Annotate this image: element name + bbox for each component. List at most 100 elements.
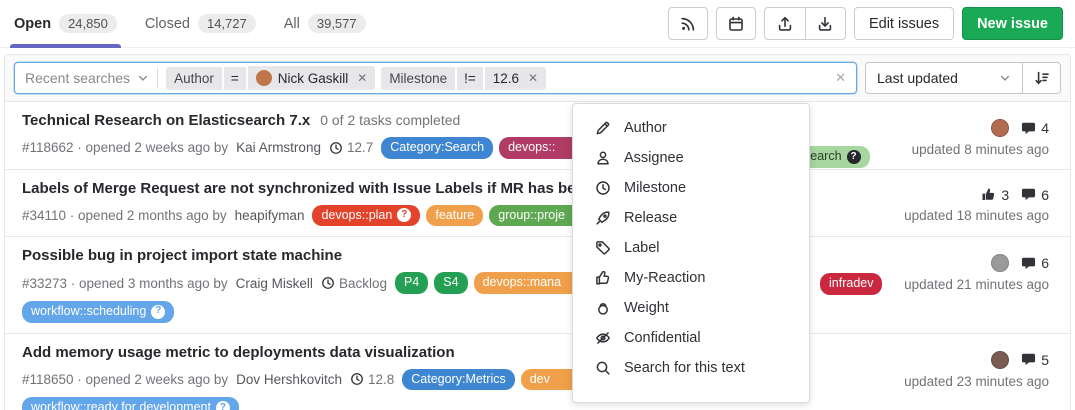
assignee-avatar[interactable]	[991, 254, 1009, 272]
comments-icon	[1021, 256, 1036, 271]
label-devops-plan[interactable]: devops::plan?	[312, 205, 420, 227]
filter-token-milestone[interactable]: Milestone!=12.6✕	[381, 67, 546, 90]
label-category-search[interactable]: Category:Search	[381, 137, 493, 159]
label-text: dev	[530, 372, 550, 388]
issue-row: Possible bug in project import state mac…	[5, 236, 1070, 332]
filter-token-author[interactable]: Author=Nick Gaskill✕	[166, 66, 375, 90]
issue-author[interactable]: Dov Hershkovitch	[236, 372, 342, 387]
remove-token-icon[interactable]: ✕	[528, 71, 538, 85]
comments-icon	[1021, 187, 1036, 202]
token-operator: =	[224, 67, 246, 90]
import-issues-button[interactable]	[805, 8, 845, 39]
search-icon	[595, 360, 611, 376]
issue-author[interactable]: heapifyman	[235, 208, 305, 223]
issue-updated: updated 23 minutes ago	[904, 374, 1049, 389]
filter-bar: Recent searches Author=Nick Gaskill✕ Mile…	[5, 55, 1070, 102]
dropdown-item-label: My-Reaction	[624, 270, 705, 286]
issue-updated: updated 21 minutes ago	[904, 277, 1049, 292]
comments-stat[interactable]: 6	[1021, 255, 1049, 271]
issue-title[interactable]: Possible bug in project import state mac…	[22, 247, 342, 264]
dropdown-item-confidential[interactable]: Confidential	[573, 323, 809, 353]
comments-stat[interactable]: 4	[1021, 120, 1049, 136]
label-text: infradev	[829, 276, 873, 292]
dropdown-item-assignee[interactable]: Assignee	[573, 143, 809, 173]
issue-updated: updated 18 minutes ago	[904, 208, 1049, 223]
recent-searches-dropdown[interactable]: Recent searches	[25, 70, 149, 86]
dropdown-item-label: Search for this text	[624, 360, 745, 376]
milestone-link[interactable]: 12.7	[329, 140, 373, 155]
tab-label: Open	[14, 16, 51, 32]
tab-closed[interactable]: Closed14,727	[145, 0, 256, 48]
label-infradev[interactable]: infradev	[820, 273, 882, 295]
milestone-title: 12.7	[347, 140, 373, 155]
label-p4[interactable]: P4	[395, 272, 428, 294]
export-icon	[777, 16, 793, 32]
issue-reference-opened: #118650 · opened 2 weeks ago by	[22, 372, 228, 387]
issue-reference-opened: #33273 · opened 3 months ago by	[22, 276, 228, 291]
dropdown-item-label: Assignee	[624, 150, 684, 166]
label-text: feature	[435, 208, 474, 224]
clock-icon	[595, 180, 611, 196]
comments-count: 6	[1041, 255, 1049, 271]
edit-issues-button[interactable]: Edit issues	[854, 7, 954, 40]
tab-all[interactable]: All39,577	[284, 0, 366, 48]
issue-title-line: Labels of Merge Request are not synchron…	[22, 180, 1050, 198]
assignee-avatar[interactable]	[991, 119, 1009, 137]
upvotes-stat[interactable]: 3	[981, 187, 1009, 203]
export-import-group	[764, 7, 846, 40]
dropdown-item-weight[interactable]: Weight	[573, 293, 809, 323]
tab-label: All	[284, 16, 300, 32]
issue-right-meta: 36 updated 18 minutes ago	[904, 187, 1049, 223]
help-icon: ?	[397, 208, 411, 222]
tab-count-badge: 14,727	[198, 14, 256, 33]
dropdown-item-label[interactable]: Label	[573, 233, 809, 263]
label-workflow-scheduling[interactable]: workflow::scheduling?	[22, 301, 174, 323]
dropdown-item-search-for-this-text[interactable]: Search for this text	[573, 353, 809, 383]
label-category-metrics[interactable]: Category:Metrics	[402, 369, 514, 391]
filtered-search-input[interactable]: Recent searches Author=Nick Gaskill✕ Mile…	[14, 62, 857, 94]
issue-reference-opened: #34110 · opened 2 months ago by	[22, 208, 227, 223]
clear-search-icon[interactable]: ✕	[835, 70, 846, 86]
export-issues-button[interactable]	[765, 8, 805, 39]
dropdown-item-my-reaction[interactable]: My-Reaction	[573, 263, 809, 293]
new-issue-button[interactable]: New issue	[962, 7, 1063, 40]
rss-button[interactable]	[668, 7, 708, 40]
thumb-up-filled-icon	[981, 187, 996, 202]
sort-field-dropdown[interactable]: Last updated	[866, 63, 1022, 93]
sort-direction-button[interactable]	[1022, 63, 1060, 93]
token-name: Author	[166, 67, 222, 90]
dropdown-item-author[interactable]: Author	[573, 113, 809, 143]
issues-list: Technical Research on Elasticsearch 7.x0…	[5, 102, 1070, 410]
label-workflow-ready-for-development[interactable]: workflow::ready for development?	[22, 397, 239, 410]
filter-tokens: Author=Nick Gaskill✕ Milestone!=12.6✕	[166, 66, 546, 90]
calendar-button[interactable]	[716, 7, 756, 40]
comments-stat[interactable]: 5	[1021, 352, 1049, 368]
chevron-down-icon	[137, 72, 149, 84]
issue-title[interactable]: Labels of Merge Request are not synchron…	[22, 180, 611, 197]
issue-author[interactable]: Kai Armstrong	[236, 140, 321, 155]
label-icon	[595, 240, 611, 256]
dropdown-item-milestone[interactable]: Milestone	[573, 173, 809, 203]
issue-right-meta: 4updated 8 minutes ago	[912, 119, 1049, 157]
issue-title[interactable]: Technical Research on Elasticsearch 7.x	[22, 112, 310, 129]
issue-author[interactable]: Craig Miskell	[236, 276, 313, 291]
tab-open[interactable]: Open24,850	[14, 0, 117, 48]
assignee-avatar[interactable]	[991, 351, 1009, 369]
issue-row: Add memory usage metric to deployments d…	[5, 333, 1070, 410]
avatar	[256, 70, 272, 86]
label-feature[interactable]: feature	[426, 205, 483, 227]
label-s4[interactable]: S4	[434, 272, 467, 294]
comments-count: 4	[1041, 120, 1049, 136]
issue-row: Technical Research on Elasticsearch 7.x0…	[5, 102, 1070, 169]
clock-icon	[329, 141, 343, 155]
milestone-link[interactable]: Backlog	[321, 276, 387, 291]
rocket-icon	[595, 210, 611, 226]
sort-field-label: Last updated	[877, 70, 958, 86]
remove-token-icon[interactable]: ✕	[357, 71, 367, 85]
milestone-link[interactable]: 12.8	[350, 372, 394, 387]
dropdown-item-release[interactable]: Release	[573, 203, 809, 233]
label-text: P4	[404, 275, 419, 291]
issue-title[interactable]: Add memory usage metric to deployments d…	[22, 344, 455, 361]
comments-stat[interactable]: 6	[1021, 187, 1049, 203]
issues-panel: Recent searches Author=Nick Gaskill✕ Mile…	[4, 54, 1071, 410]
